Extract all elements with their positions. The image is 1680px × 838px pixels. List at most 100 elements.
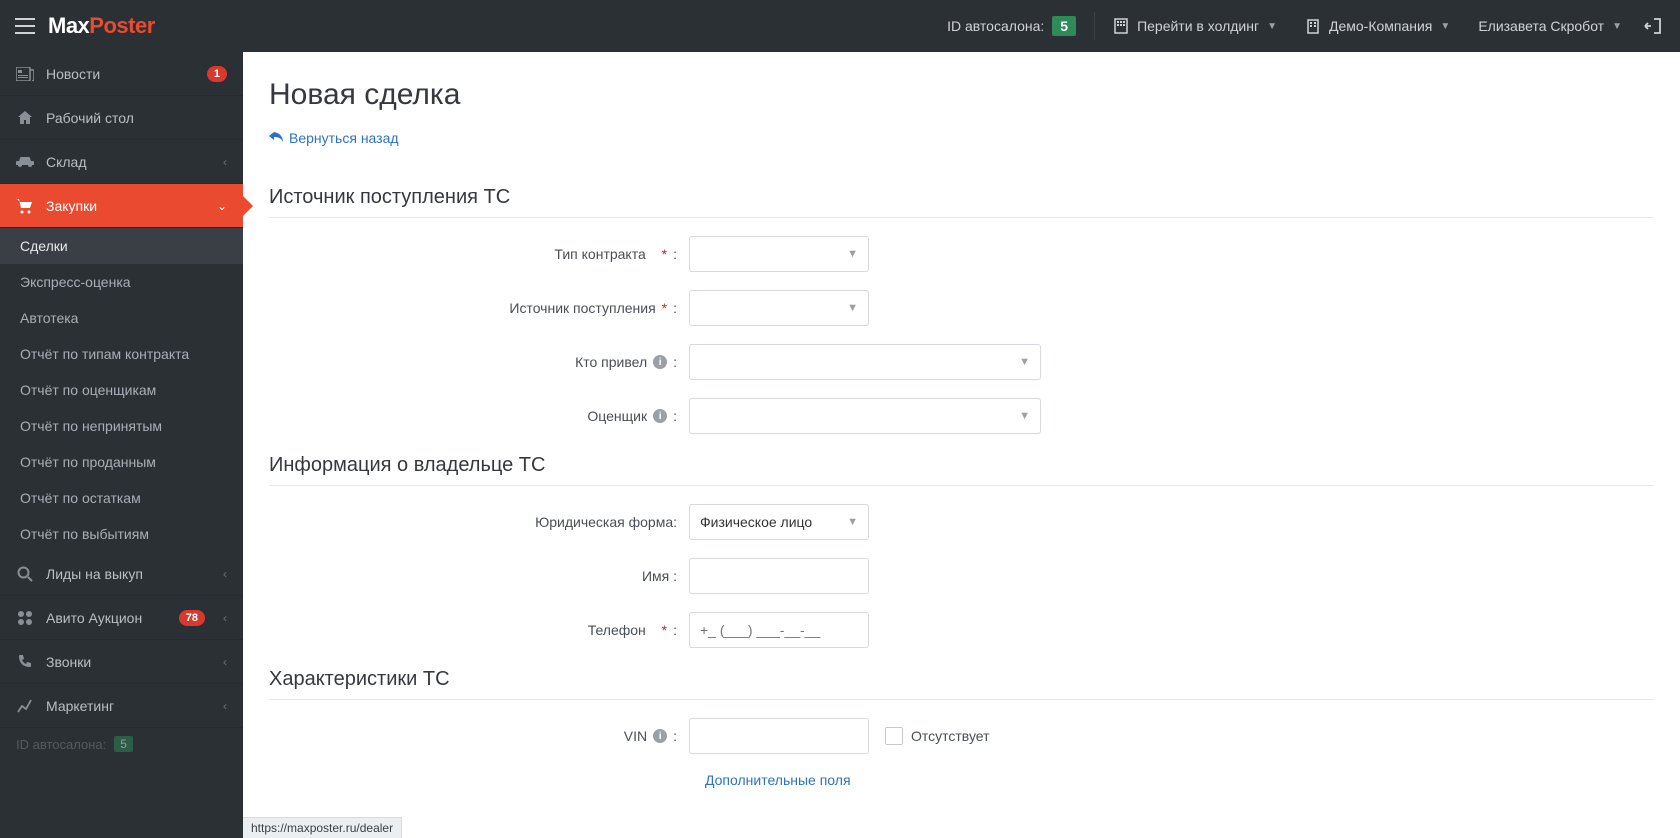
dealer-id-value: 5	[1052, 16, 1076, 36]
row-referrer: Кто привел i : ▼	[269, 344, 1654, 380]
content-area: Новая сделка Вернуться назад Источник по…	[243, 52, 1680, 838]
building-icon	[1113, 18, 1129, 34]
logo-part1: Max	[48, 13, 89, 38]
dealer-id-label: ID автосалона:	[947, 18, 1044, 34]
sidebar-item-calls[interactable]: Звонки ‹	[0, 640, 243, 684]
sidebar-sub-report-remains[interactable]: Отчёт по остаткам	[0, 480, 243, 516]
section-header-owner: Информация о владельце ТС	[269, 454, 1654, 486]
select-legal-form[interactable]: Физическое лицо ▼	[689, 504, 869, 540]
back-link[interactable]: Вернуться назад	[269, 130, 399, 146]
row-phone: Телефон * :	[269, 612, 1654, 648]
select-referrer[interactable]: ▼	[689, 344, 1041, 380]
select-appraiser[interactable]: ▼	[689, 398, 1041, 434]
label-contract-type: Тип контракта * :	[269, 246, 689, 262]
sub-label: Отчёт по непринятым	[20, 418, 162, 434]
auction-icon	[16, 609, 34, 627]
checkbox-box	[885, 727, 903, 745]
sidebar-label: Закупки	[46, 198, 205, 214]
info-icon[interactable]: i	[653, 355, 667, 369]
row-contract-type: Тип контракта * : ▼	[269, 236, 1654, 272]
sidebar-sub-deals[interactable]: Сделки	[0, 228, 243, 264]
sidebar-label: Рабочий стол	[46, 110, 227, 126]
car-icon	[16, 153, 34, 171]
chevron-left-icon: ‹	[223, 699, 227, 713]
checkbox-vin-absent[interactable]: Отсутствует	[885, 727, 990, 745]
label-source: Источник поступления* :	[269, 300, 689, 316]
logo[interactable]: MaxPoster	[48, 13, 155, 39]
select-contract-type[interactable]: ▼	[689, 236, 869, 272]
info-icon[interactable]: i	[653, 409, 667, 423]
row-legal-form: Юридическая форма: Физическое лицо ▼	[269, 504, 1654, 540]
sidebar-item-avito[interactable]: Авито Аукцион 78 ‹	[0, 596, 243, 640]
sidebar-footer-id: ID автосалона: 5	[0, 728, 243, 760]
sidebar: Новости 1 Рабочий стол Склад ‹ Закупки ⌄…	[0, 52, 243, 838]
caret-down-icon: ▼	[1440, 21, 1450, 32]
sidebar-item-news[interactable]: Новости 1	[0, 52, 243, 96]
chevron-left-icon: ‹	[223, 567, 227, 581]
company-dropdown[interactable]: Демо-Компания ▼	[1291, 0, 1464, 52]
input-name-wrap	[689, 558, 869, 594]
sidebar-sub-express[interactable]: Экспресс-оценка	[0, 264, 243, 300]
info-icon[interactable]: i	[653, 729, 667, 743]
sub-label: Отчёт по проданным	[20, 454, 156, 470]
row-vin: VIN i : Отсутствует	[269, 718, 1654, 754]
sidebar-sub-report-disposals[interactable]: Отчёт по выбытиям	[0, 516, 243, 552]
home-icon	[16, 109, 34, 127]
sub-label: Отчёт по типам контракта	[20, 346, 189, 362]
building-icon	[1305, 18, 1321, 34]
sub-label: Экспресс-оценка	[20, 274, 131, 290]
section-header-characteristics: Характеристики ТС	[269, 668, 1654, 700]
select-value: Физическое лицо	[700, 514, 812, 530]
holding-dropdown[interactable]: Перейти в холдинг ▼	[1099, 0, 1291, 52]
caret-down-icon: ▼	[1612, 21, 1622, 32]
caret-down-icon: ▼	[847, 516, 858, 528]
sidebar-item-leads[interactable]: Лиды на выкуп ‹	[0, 552, 243, 596]
row-source: Источник поступления* : ▼	[269, 290, 1654, 326]
sidebar-label: Маркетинг	[46, 698, 211, 714]
section-header-source: Источник поступления ТС	[269, 186, 1654, 218]
user-dropdown[interactable]: Елизавета Скробот ▼	[1464, 0, 1636, 52]
sidebar-item-purchases[interactable]: Закупки ⌄	[0, 184, 243, 228]
sidebar-item-stock[interactable]: Склад ‹	[0, 140, 243, 184]
avito-badge: 78	[179, 610, 205, 626]
user-label: Елизавета Скробот	[1478, 18, 1604, 34]
sidebar-item-desktop[interactable]: Рабочий стол	[0, 96, 243, 140]
caret-down-icon: ▼	[847, 248, 858, 260]
sidebar-sub-report-appraisers[interactable]: Отчёт по оценщикам	[0, 372, 243, 408]
sidebar-label: Склад	[46, 154, 211, 170]
chevron-left-icon: ‹	[223, 611, 227, 625]
footer-id-value: 5	[114, 736, 133, 752]
chevron-down-icon: ⌄	[217, 199, 227, 213]
sidebar-sub-report-contract[interactable]: Отчёт по типам контракта	[0, 336, 243, 372]
label-phone: Телефон * :	[269, 622, 689, 638]
sub-label: Отчёт по оценщикам	[20, 382, 156, 398]
required-mark: *	[662, 622, 667, 638]
sidebar-sub-report-sold[interactable]: Отчёт по проданным	[0, 444, 243, 480]
input-vin[interactable]	[700, 728, 858, 744]
input-vin-wrap	[689, 718, 869, 754]
sidebar-sub-autoteka[interactable]: Автотека	[0, 300, 243, 336]
caret-down-icon: ▼	[1019, 356, 1030, 368]
label-appraiser: Оценщик i :	[269, 408, 689, 424]
sidebar-label: Новости	[46, 66, 195, 82]
required-mark: *	[662, 246, 667, 262]
sub-label: Отчёт по выбытиям	[20, 526, 149, 542]
hamburger-button[interactable]	[10, 11, 40, 41]
chevron-left-icon: ‹	[223, 655, 227, 669]
logout-button[interactable]	[1636, 0, 1670, 52]
logout-icon	[1644, 17, 1662, 35]
input-phone-wrap	[689, 612, 869, 648]
row-name: Имя :	[269, 558, 1654, 594]
select-source[interactable]: ▼	[689, 290, 869, 326]
sidebar-item-marketing[interactable]: Маркетинг ‹	[0, 684, 243, 728]
status-bar-url: https://maxposter.ru/dealer	[243, 817, 402, 838]
sidebar-sub-report-rejected[interactable]: Отчёт по непринятым	[0, 408, 243, 444]
extra-fields-link[interactable]: Дополнительные поля	[705, 772, 1654, 788]
footer-id-label: ID автосалона:	[16, 737, 106, 752]
input-name[interactable]	[700, 568, 858, 584]
input-phone[interactable]	[700, 622, 858, 638]
label-name: Имя :	[269, 568, 689, 584]
label-referrer: Кто привел i :	[269, 354, 689, 370]
holding-label: Перейти в холдинг	[1137, 18, 1259, 34]
page-title: Новая сделка	[269, 78, 1654, 112]
